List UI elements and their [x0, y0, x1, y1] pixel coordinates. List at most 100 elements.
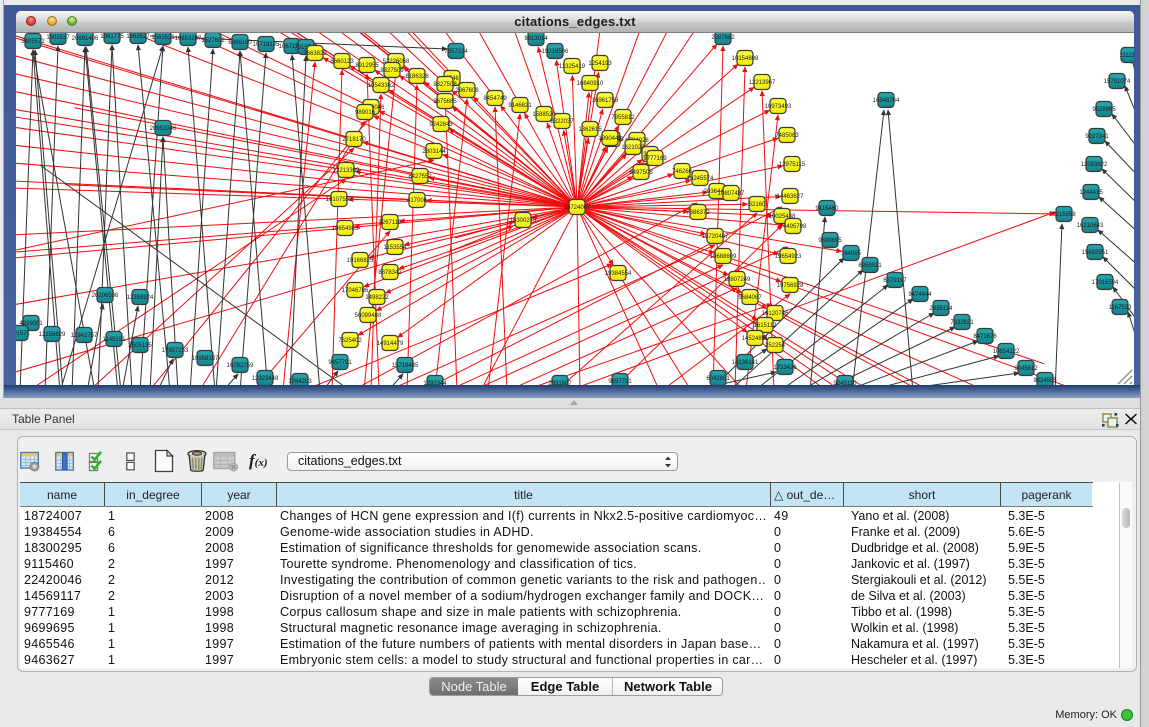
- svg-text:18724007: 18724007: [564, 205, 591, 211]
- svg-text:9457791: 9457791: [328, 360, 352, 366]
- svg-text:10543362: 10543362: [368, 83, 395, 89]
- svg-text:14463627: 14463627: [777, 194, 804, 200]
- svg-text:8471676: 8471676: [973, 334, 997, 340]
- svg-text:10688609: 10688609: [710, 254, 737, 260]
- svg-text:9245612: 9245612: [1014, 366, 1038, 372]
- svg-text:12359924: 12359924: [127, 295, 154, 301]
- svg-text:1244415: 1244415: [1079, 190, 1103, 196]
- svg-text:11325419: 11325419: [559, 64, 586, 70]
- svg-text:19756928: 19756928: [777, 283, 804, 289]
- svg-text:17957253: 17957253: [162, 348, 189, 354]
- svg-text:1733426: 1733426: [773, 365, 797, 371]
- svg-text:19218506: 19218506: [542, 49, 569, 55]
- svg-text:2505135: 2505135: [128, 343, 152, 349]
- svg-text:10654122: 10654122: [993, 349, 1020, 355]
- svg-text:9699695: 9699695: [818, 238, 842, 244]
- svg-text:9242843: 9242843: [429, 122, 453, 128]
- svg-text:6497508: 6497508: [629, 170, 653, 176]
- svg-text:1902537: 1902537: [46, 35, 70, 41]
- svg-text:10973493: 10973493: [765, 104, 792, 110]
- svg-text:12093822: 12093822: [1081, 162, 1108, 168]
- svg-text:7663822: 7663822: [303, 51, 327, 57]
- svg-text:56099488: 56099488: [355, 313, 382, 319]
- svg-text:12156829: 12156829: [39, 332, 66, 338]
- svg-text:12213369: 12213369: [333, 168, 360, 174]
- svg-text:8958921: 8958921: [858, 263, 882, 269]
- svg-text:15751074: 15751074: [1104, 79, 1131, 85]
- svg-text:2867608: 2867608: [455, 88, 479, 94]
- svg-text:9777169: 9777169: [643, 156, 667, 162]
- svg-text:16548764: 16548764: [873, 98, 900, 104]
- svg-text:1615112: 1615112: [754, 323, 778, 329]
- svg-text:15692951: 15692951: [1082, 250, 1109, 256]
- svg-text:417006: 417006: [407, 198, 428, 204]
- svg-text:1063521: 1063521: [151, 35, 175, 41]
- svg-text:17046786: 17046786: [342, 288, 369, 294]
- svg-text:9115460: 9115460: [816, 206, 840, 212]
- svg-text:9474444: 9474444: [908, 292, 932, 298]
- svg-text:1254193: 1254193: [588, 61, 612, 67]
- svg-text:16107552: 16107552: [326, 197, 353, 203]
- svg-text:1764203: 1764203: [288, 379, 312, 385]
- svg-text:10807487: 10807487: [718, 191, 745, 197]
- svg-text:16120746: 16120746: [762, 311, 789, 317]
- svg-text:1362615: 1362615: [578, 127, 602, 133]
- svg-text:7625402: 7625402: [338, 338, 362, 344]
- svg-text:10719135: 10719135: [253, 42, 280, 48]
- svg-text:20206536: 20206536: [92, 293, 119, 299]
- svg-text:746266: 746266: [672, 169, 693, 175]
- svg-text:8427552: 8427552: [408, 174, 432, 180]
- svg-text:12213967: 12213967: [749, 80, 776, 86]
- svg-text:14524851: 14524851: [742, 336, 769, 342]
- svg-text:7632621: 7632621: [950, 320, 974, 326]
- svg-text:3675685: 3675685: [433, 99, 457, 105]
- svg-text:1498222: 1498222: [365, 295, 389, 301]
- svg-text:12942757: 12942757: [71, 333, 98, 339]
- svg-text:2087682: 2087682: [711, 35, 735, 41]
- svg-text:15718485: 15718485: [392, 363, 419, 369]
- svg-text:10154808: 10154808: [732, 56, 759, 62]
- svg-text:1527602: 1527602: [201, 38, 225, 44]
- svg-text:14914479: 14914479: [377, 341, 404, 347]
- svg-text:9657791: 9657791: [608, 379, 632, 385]
- svg-text:16640910: 16640910: [577, 81, 604, 87]
- svg-text:10958187: 10958187: [192, 356, 219, 362]
- svg-text:1153554: 1153554: [384, 245, 408, 251]
- svg-text:19384554: 19384554: [605, 271, 632, 277]
- svg-text:1963527: 1963527: [126, 34, 150, 40]
- svg-text:19654923: 19654923: [775, 254, 802, 260]
- svg-text:8215958: 8215958: [1052, 212, 1076, 218]
- svg-text:164095: 164095: [841, 251, 862, 257]
- svg-text:252254: 252254: [765, 343, 786, 349]
- svg-text:16245574: 16245574: [687, 176, 714, 182]
- svg-text:1167533: 1167533: [1109, 305, 1133, 311]
- svg-text:9327508: 9327508: [433, 82, 457, 88]
- svg-text:20691406: 20691406: [72, 36, 99, 42]
- svg-text:7955812: 7955812: [611, 115, 635, 121]
- svg-text:8186328: 8186328: [405, 74, 429, 80]
- svg-text:9528965: 9528965: [1092, 107, 1116, 113]
- svg-text:1588520: 1588520: [532, 112, 556, 118]
- svg-text:2931807: 2931807: [548, 381, 572, 385]
- svg-text:9245110: 9245110: [834, 381, 858, 385]
- svg-text:16961758: 16961758: [592, 98, 619, 104]
- svg-text:19166825: 19166825: [347, 258, 374, 264]
- svg-text:7386372: 7386372: [686, 210, 710, 216]
- svg-text:8813014: 8813014: [524, 36, 548, 42]
- svg-text:14136141: 14136141: [732, 360, 759, 366]
- svg-text:989016: 989016: [355, 110, 376, 116]
- svg-text:1990443: 1990443: [598, 136, 622, 142]
- svg-text:1292344: 1292344: [423, 381, 447, 385]
- svg-text:9146821: 9146821: [508, 103, 532, 109]
- svg-text:1145191: 1145191: [103, 337, 127, 343]
- svg-text:8878342: 8878342: [378, 270, 402, 276]
- svg-text:8912955: 8912955: [355, 63, 379, 69]
- svg-text:391571: 391571: [16, 331, 31, 337]
- svg-text:8660123: 8660123: [330, 59, 354, 65]
- svg-text:8322037: 8322037: [550, 119, 574, 125]
- svg-text:111212: 111212: [1119, 53, 1134, 59]
- svg-text:15300275: 15300275: [510, 218, 537, 224]
- svg-text:20953346: 20953346: [150, 126, 177, 132]
- svg-text:10653267: 10653267: [175, 36, 202, 42]
- svg-text:1061775: 1061775: [100, 34, 124, 40]
